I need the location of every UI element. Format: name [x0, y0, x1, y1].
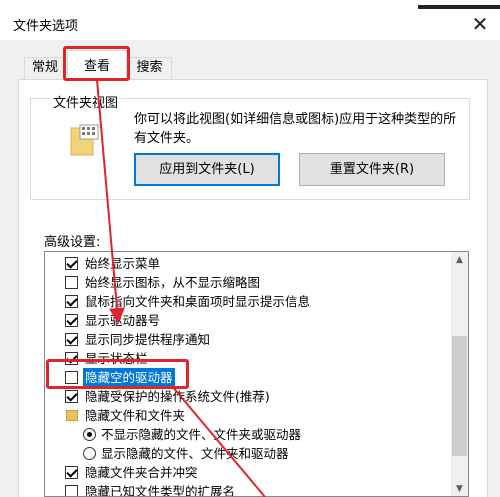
checkbox[interactable] [65, 485, 78, 496]
list-item-label: 隐藏文件和文件夹 [85, 408, 186, 423]
close-icon[interactable]: ✕ [460, 8, 500, 40]
list-item[interactable]: 始终显示菜单 [45, 254, 445, 273]
list-item-label: 显示隐藏的文件、文件夹和驱动器 [101, 446, 289, 461]
tab-general[interactable]: 常规 [24, 57, 66, 79]
radio-button[interactable] [83, 428, 96, 441]
list-item-label: 隐藏空的驱动器 [83, 368, 175, 387]
list-item[interactable]: 显示状态栏 [45, 349, 445, 368]
folder-view-group-label: 文件夹视图 [50, 92, 122, 111]
advanced-settings-list[interactable]: 始终显示菜单 始终显示图标，从不显示缩略图 鼠标指向文件夹和桌面项时显示提示信息… [44, 251, 469, 497]
folder-view-description: 你可以将此视图(如详细信息或图标)应用于这种类型的所有文件夹。 [134, 112, 457, 146]
list-item: 隐藏文件和文件夹 [45, 406, 445, 425]
list-item-label: 隐藏已知文件类型的扩展名 [85, 484, 236, 497]
scroll-up-icon[interactable]: ▲ [451, 252, 468, 269]
advanced-settings-label: 高级设置: [44, 235, 101, 250]
tab-search[interactable]: 搜索 [127, 57, 172, 79]
vertical-scrollbar[interactable]: ▲ ▼ [451, 252, 468, 496]
list-item[interactable]: 始终显示图标，从不显示缩略图 [45, 273, 445, 292]
list-item-label: 始终显示图标，从不显示缩略图 [85, 275, 261, 290]
checkbox[interactable] [65, 466, 78, 479]
scroll-down-icon[interactable]: ▼ [451, 481, 468, 496]
list-item[interactable]: 隐藏已知文件类型的扩展名 [45, 482, 445, 497]
checkbox[interactable] [65, 352, 78, 365]
radio-button[interactable] [83, 447, 96, 460]
folder-icon [66, 410, 78, 421]
checkbox[interactable] [65, 257, 78, 270]
window-title: 文件夹选项 [13, 19, 79, 34]
checkbox[interactable] [65, 333, 78, 346]
scroll-thumb[interactable] [452, 336, 467, 456]
list-item-hide-empty-drives[interactable]: 隐藏空的驱动器 [45, 368, 445, 387]
list-item[interactable]: 显示隐藏的文件、文件夹和驱动器 [45, 444, 445, 463]
checkbox[interactable] [65, 295, 78, 308]
list-item-label: 隐藏文件夹合并冲突 [85, 465, 198, 480]
list-item-label: 鼠标指向文件夹和桌面项时显示提示信息 [85, 294, 311, 309]
list-item[interactable]: 隐藏文件夹合并冲突 [45, 463, 445, 482]
folder-view-icon [70, 124, 99, 156]
checkbox[interactable] [65, 371, 78, 384]
list-item-label: 隐藏受保护的操作系统文件(推荐) [85, 389, 270, 404]
reset-folders-button[interactable]: 重置文件夹(R) [299, 153, 445, 186]
list-item-label: 显示驱动器号 [85, 313, 161, 328]
apply-to-folders-button[interactable]: 应用到文件夹(L) [134, 153, 280, 186]
checkbox[interactable] [65, 390, 78, 403]
list-item-label: 显示同步提供程序通知 [85, 332, 211, 347]
folder-options-dialog: 文件夹选项 ✕ 常规 查看 搜索 文件夹视图 你可以将此视图(如详细信息或图标)… [0, 0, 500, 497]
list-item-label: 不显示隐藏的文件、文件夹或驱动器 [101, 427, 302, 442]
checkbox[interactable] [65, 276, 78, 289]
checkbox[interactable] [65, 314, 78, 327]
list-item[interactable]: 隐藏受保护的操作系统文件(推荐) [45, 387, 445, 406]
list-item-label: 始终显示菜单 [85, 256, 161, 271]
list-item[interactable]: 显示驱动器号 [45, 311, 445, 330]
title-bar: 文件夹选项 ✕ [0, 0, 500, 40]
tab-view[interactable]: 查看 [67, 50, 127, 80]
list-item-label: 显示状态栏 [85, 351, 148, 366]
list-item[interactable]: 鼠标指向文件夹和桌面项时显示提示信息 [45, 292, 445, 311]
list-item[interactable]: 显示同步提供程序通知 [45, 330, 445, 349]
list-item[interactable]: 不显示隐藏的文件、文件夹或驱动器 [45, 425, 445, 444]
